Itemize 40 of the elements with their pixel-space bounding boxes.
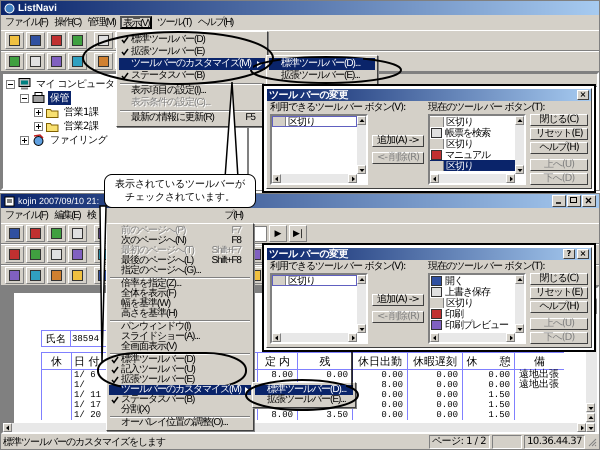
list-label: 現在のツール バー ボタン(T): bbox=[428, 102, 546, 113]
table-cell: 1/ 20 bbox=[74, 410, 102, 420]
table-cell: 1/ 17 bbox=[74, 400, 102, 410]
table-cell: 0.00 bbox=[381, 390, 403, 400]
table-cell: 0.00 bbox=[488, 370, 510, 380]
table-cell: 0.00 bbox=[488, 380, 510, 390]
table-cell: 遠地出張 bbox=[519, 380, 559, 390]
window-title: kojin 2007/09/10 21: bbox=[18, 196, 100, 206]
status-panel: 10.36.44.37 bbox=[524, 434, 585, 448]
table-cell: 1/ 11 bbox=[74, 390, 102, 400]
table-cell: 3.50 bbox=[326, 410, 348, 420]
table-cell: 0.00 bbox=[436, 400, 458, 410]
status-panel: ページ: 1 / 2 bbox=[429, 434, 490, 448]
table-cell: 1.50 bbox=[488, 410, 510, 420]
list-label: 利用できるツール バー ボタン(V): bbox=[270, 261, 406, 272]
callout: 表示されているツールバーが チェックされています。 bbox=[104, 174, 256, 208]
table-cell: 8.00 bbox=[271, 370, 293, 380]
list-label: 利用できるツール バー ボタン(V): bbox=[270, 102, 406, 113]
dialog-title: ツール バーの変更 bbox=[269, 88, 348, 102]
table-cell: 8.00 bbox=[381, 380, 403, 390]
table-cell: 0.00 bbox=[436, 390, 458, 400]
window-title: ListNavi bbox=[18, 2, 57, 14]
table-cell: 8.00 bbox=[271, 410, 293, 420]
table-cell: 1/ bbox=[74, 380, 85, 390]
table-cell: 1.50 bbox=[488, 390, 510, 400]
table-cell: 氏名 bbox=[41, 330, 71, 347]
table-cell: 0.00 bbox=[381, 370, 403, 380]
table-cell: 0.00 bbox=[436, 380, 458, 390]
dialog-title: ツール バーの変更 bbox=[269, 247, 348, 260]
column-header: 休 bbox=[41, 352, 71, 370]
status-text: 標準ツールバーのカスタマイズをします bbox=[3, 436, 166, 448]
table-cell: 遠地出張 bbox=[519, 370, 559, 380]
table-cell: 0.00 bbox=[436, 370, 458, 380]
table-cell: 0.00 bbox=[381, 400, 403, 410]
table-cell: 1/ 6 bbox=[74, 370, 96, 380]
table-cell: 0.00 bbox=[381, 410, 403, 420]
table-cell: 0.00 bbox=[326, 370, 348, 380]
table-cell: 1.50 bbox=[488, 400, 510, 410]
list-label: 現在のツール バー ボタン(T): bbox=[428, 261, 546, 272]
table-cell: 0.00 bbox=[436, 410, 458, 420]
